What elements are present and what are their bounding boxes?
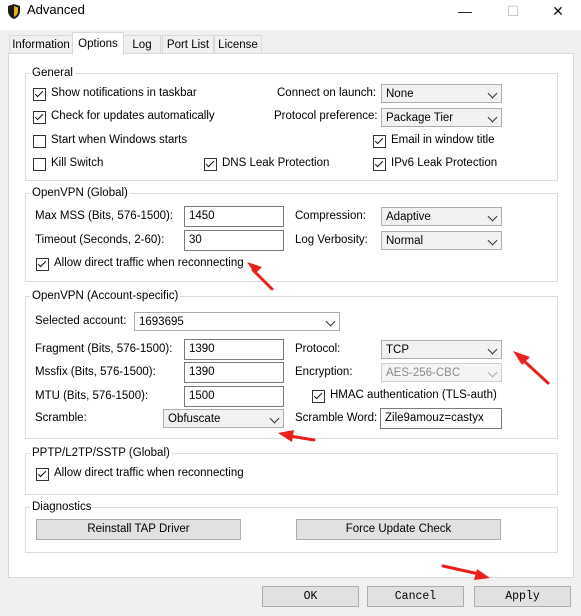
red-arrow-timeout: [247, 262, 274, 291]
red-arrow-scramble: [278, 430, 316, 442]
tab-label: Options: [78, 38, 118, 50]
tab-options[interactable]: Options: [72, 32, 124, 55]
red-arrow-protocol: [513, 351, 550, 385]
annotation-arrows: [247, 262, 550, 580]
red-arrow-apply: [441, 564, 490, 580]
